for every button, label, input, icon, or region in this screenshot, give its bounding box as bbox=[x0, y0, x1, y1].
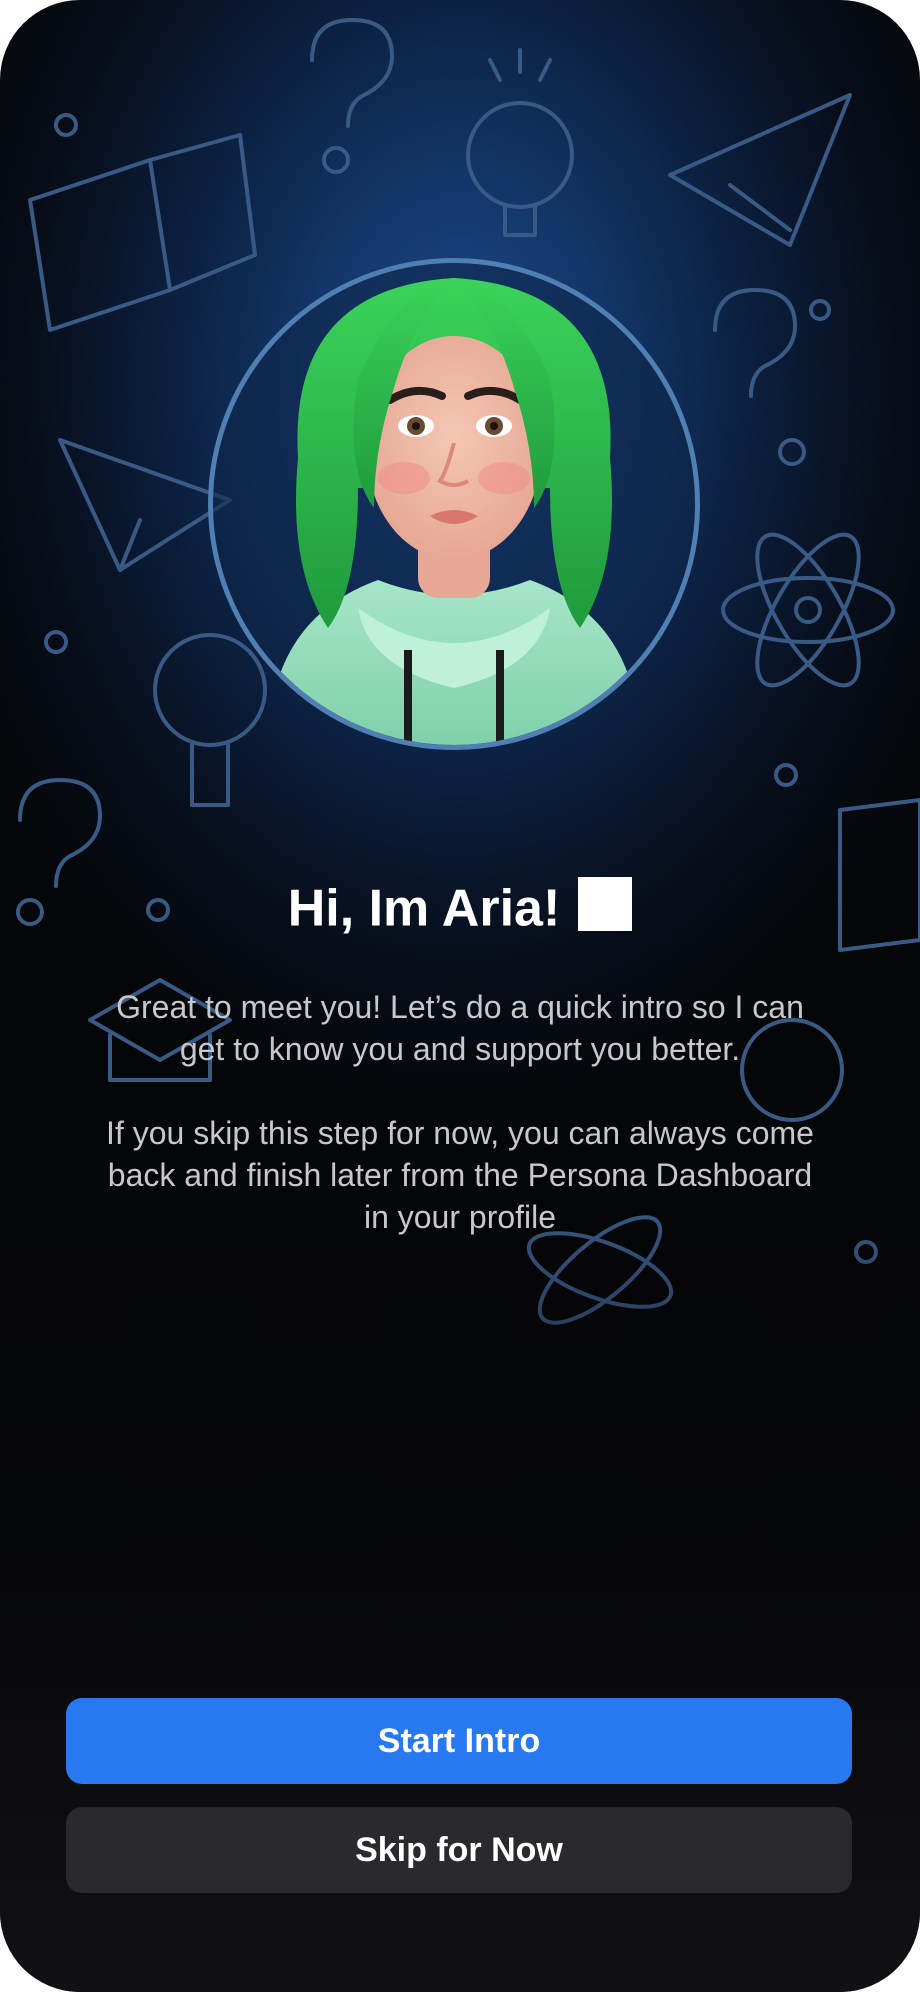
paper-plane-icon bbox=[668, 93, 852, 247]
dot-decoration bbox=[44, 630, 68, 654]
greeting-text: Hi, Im Aria! bbox=[287, 879, 561, 938]
start-intro-button[interactable]: Start Intro bbox=[66, 1698, 852, 1784]
avatar-container bbox=[208, 258, 708, 758]
skip-for-now-button[interactable]: Skip for Now bbox=[66, 1807, 852, 1893]
wave-emoji-icon bbox=[578, 877, 633, 932]
dot-decoration bbox=[54, 113, 78, 137]
question-mark-icon bbox=[310, 18, 394, 174]
avatar-ring bbox=[208, 258, 700, 750]
question-mark-icon bbox=[713, 288, 806, 466]
dot-decoration bbox=[809, 299, 831, 321]
greeting-title: Hi, Im Aria! bbox=[0, 870, 920, 943]
intro-paragraph: Great to meet you! Let’s do a quick intr… bbox=[116, 989, 804, 1067]
paper-plane-icon bbox=[58, 438, 232, 572]
dot-decoration bbox=[774, 763, 798, 787]
onboarding-screen: Hi, Im Aria! Great to meet you! Let’s do… bbox=[0, 0, 920, 1992]
skip-info-paragraph: If you skip this step for now, you can a… bbox=[106, 1115, 814, 1235]
atom-icon bbox=[721, 532, 895, 688]
lightbulb-icon bbox=[466, 48, 574, 237]
